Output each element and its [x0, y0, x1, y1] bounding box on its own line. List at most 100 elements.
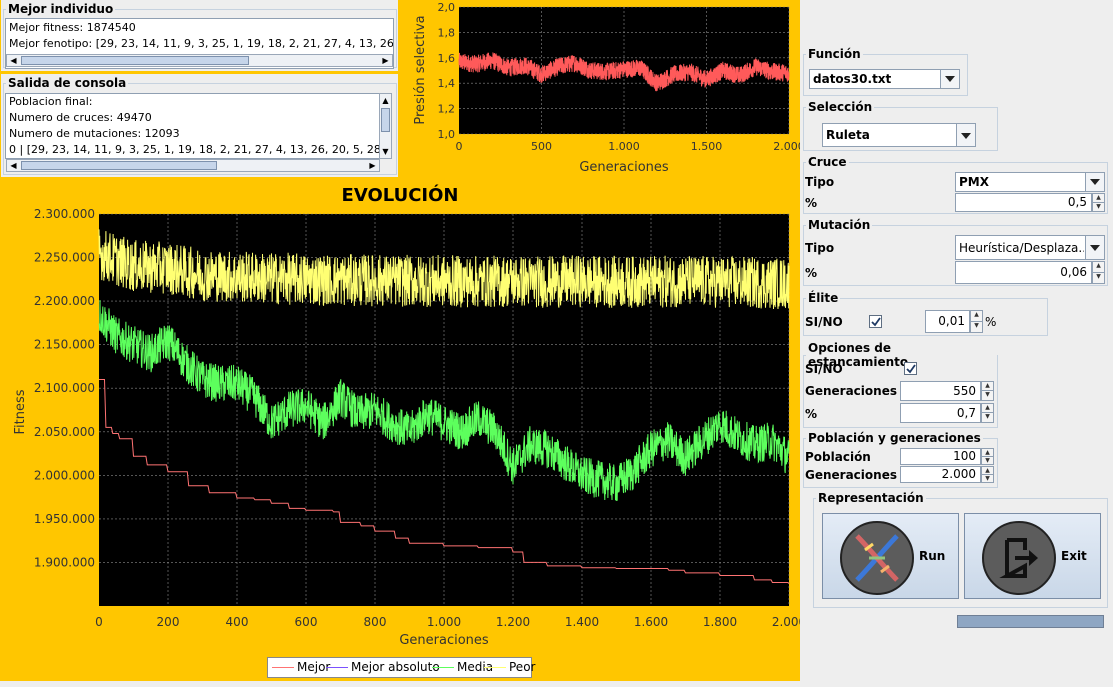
scroll-up-icon[interactable]: ▲ — [380, 94, 391, 107]
chevron-down-icon[interactable] — [940, 70, 959, 88]
mejor-individuo-panel: Mejor individuo Mejor fitness: 1874540 M… — [1, 0, 398, 71]
estancamiento-pct-spinner[interactable]: ▲ ▼ — [981, 403, 994, 423]
elite-checkbox[interactable] — [869, 315, 882, 328]
consola-title: Salida de consola — [8, 76, 127, 90]
y-tick-label: 2.150.000 — [34, 338, 95, 352]
scroll-right-icon[interactable]: ▶ — [366, 160, 379, 171]
y-tick-label: 1.900.000 — [34, 555, 95, 569]
evolucion-title: EVOLUCIÓN — [342, 184, 459, 206]
generaciones-spinner[interactable]: ▲ ▼ — [981, 466, 994, 483]
mutacion-pct-label: % — [805, 266, 818, 280]
chevron-down-icon[interactable] — [1085, 236, 1104, 259]
run-button[interactable]: Run — [822, 513, 959, 599]
mutacion-tipo-label: Tipo — [805, 241, 835, 255]
y-tick-label: 1,0 — [438, 128, 456, 141]
cruce-tipo-value: PMX — [959, 175, 989, 189]
y-tick-label: 1,2 — [438, 103, 456, 116]
mutacion-tipo-select[interactable]: Heurística/Desplaza... — [955, 235, 1105, 260]
mejor-individuo-title: Mejor individuo — [8, 2, 114, 16]
x-tick-label: 500 — [531, 140, 552, 153]
x-tick-label: 1.200 — [496, 615, 530, 629]
mutacion-pct-field[interactable]: 0,06 — [955, 261, 1092, 284]
checkmark-icon — [906, 364, 916, 374]
mejor-individuo-hscroll[interactable]: ◀ ▶ — [6, 54, 393, 67]
mejor-fitness-line: Mejor fitness: 1874540 — [9, 21, 136, 34]
x-tick-label: 2.000 — [773, 140, 800, 153]
scroll-down-icon[interactable]: ▼ — [380, 145, 391, 158]
x-tick-label: 1.000 — [608, 140, 640, 153]
run-label: Run — [919, 549, 946, 563]
consola-hscroll[interactable]: ◀ ▶ — [6, 159, 380, 172]
consola-vscroll[interactable]: ▲ ▼ — [379, 93, 392, 159]
x-tick-label: 0 — [456, 140, 463, 153]
legend-mejor: Mejor — [270, 660, 330, 674]
presion-chart: 0 500 1.000 1.500 2.000 1,0 1,2 1,4 1,6 1,8 2,0 Ge… — [413, 1, 800, 175]
exit-button[interactable]: Exit — [964, 513, 1101, 599]
legend-mejor-absoluto: Mejor absoluto — [324, 660, 440, 674]
funcion-title: Función — [808, 47, 861, 61]
consola-line: Poblacion final: — [9, 95, 93, 108]
evolucion-legend: Mejor Mejor absoluto Media Peor — [267, 657, 535, 678]
cruce-pct-label: % — [805, 196, 818, 210]
cruce-tipo-label: Tipo — [805, 175, 835, 189]
mutacion-pct-spinner[interactable]: ▲ ▼ — [1092, 261, 1105, 284]
poblacion-spinner[interactable]: ▲ ▼ — [981, 448, 994, 465]
progress-bar — [957, 615, 1104, 628]
mejor-fenotipo-line: Mejor fenotipo: [29, 23, 14, 11, 9, 3, 2… — [9, 37, 394, 50]
evolucion-chart: EVOLUCIÓN 0 200 400 600 800 1.000 1.200 1.400 1.… — [13, 184, 800, 648]
evolucion-ylabel: Fitness — [13, 389, 28, 434]
estancamiento-gen-label: Generaciones — [805, 384, 897, 398]
consola-text[interactable]: Poblacion final: Numero de cruces: 49470… — [5, 93, 380, 159]
exit-icon — [982, 521, 1056, 595]
y-tick-label: 1,4 — [438, 77, 456, 90]
seleccion-title: Selección — [808, 100, 873, 114]
dna-icon — [840, 521, 914, 595]
poblacion-label: Población — [805, 450, 871, 464]
estancamiento-gen-spinner[interactable]: ▲ ▼ — [981, 381, 994, 401]
estancamiento-pct-label: % — [805, 407, 818, 421]
scroll-right-icon[interactable]: ▶ — [379, 55, 392, 66]
cruce-pct-spinner[interactable]: ▲ ▼ — [1092, 193, 1105, 212]
x-tick-label: 0 — [95, 615, 103, 629]
y-tick-label: 1,6 — [438, 52, 456, 65]
chevron-down-icon[interactable] — [956, 124, 975, 146]
x-tick-label: 200 — [157, 615, 180, 629]
seleccion-select[interactable]: Ruleta — [822, 123, 976, 147]
x-tick-label: 400 — [226, 615, 249, 629]
checkmark-icon — [871, 317, 881, 327]
presion-xlabel: Generaciones — [579, 160, 669, 175]
elite-value-field[interactable]: 0,01 — [925, 310, 970, 333]
estancamiento-checkbox[interactable] — [904, 362, 917, 375]
scroll-left-icon[interactable]: ◀ — [7, 55, 20, 66]
scroll-thumb[interactable] — [21, 56, 249, 65]
generaciones-field[interactable]: 2.000 — [900, 466, 981, 483]
poblacion-field[interactable]: 100 — [900, 448, 981, 465]
elite-sino-label: SI/NO — [805, 315, 843, 329]
x-tick-label: 2.000 — [772, 615, 800, 629]
cruce-title: Cruce — [808, 155, 847, 169]
progress-fill — [958, 616, 1103, 627]
estancamiento-sino-label: SI/NO — [805, 362, 843, 376]
consola-line: 0 | [29, 23, 14, 11, 9, 3, 25, 1, 19, 18… — [9, 143, 380, 156]
y-tick-label: 2.050.000 — [34, 425, 95, 439]
consola-panel: Salida de consola Poblacion final: Numer… — [1, 74, 398, 177]
x-tick-label: 1.400 — [565, 615, 599, 629]
cruce-tipo-select[interactable]: PMX — [955, 172, 1105, 192]
evolucion-xlabel: Generaciones — [399, 633, 489, 648]
funcion-select[interactable]: datos30.txt — [809, 69, 960, 89]
estancamiento-gen-field[interactable]: 550 — [900, 381, 981, 401]
legend-peor: Peor — [482, 660, 535, 674]
y-tick-label: 2.200.000 — [34, 294, 95, 308]
y-tick-label: 2.100.000 — [34, 381, 95, 395]
scroll-thumb[interactable] — [381, 108, 390, 132]
scroll-left-icon[interactable]: ◀ — [7, 160, 20, 171]
estancamiento-pct-field[interactable]: 0,7 — [900, 403, 981, 423]
scroll-thumb[interactable] — [21, 161, 217, 170]
y-tick-label: 2.300.000 — [34, 207, 95, 221]
consola-line: Numero de mutaciones: 12093 — [9, 127, 180, 140]
chevron-down-icon[interactable] — [1085, 173, 1104, 191]
representacion-title: Representación — [818, 491, 924, 505]
mutacion-title: Mutación — [808, 218, 871, 232]
elite-spinner[interactable]: ▲ ▼ — [970, 310, 983, 333]
cruce-pct-field[interactable]: 0,5 — [955, 193, 1092, 212]
